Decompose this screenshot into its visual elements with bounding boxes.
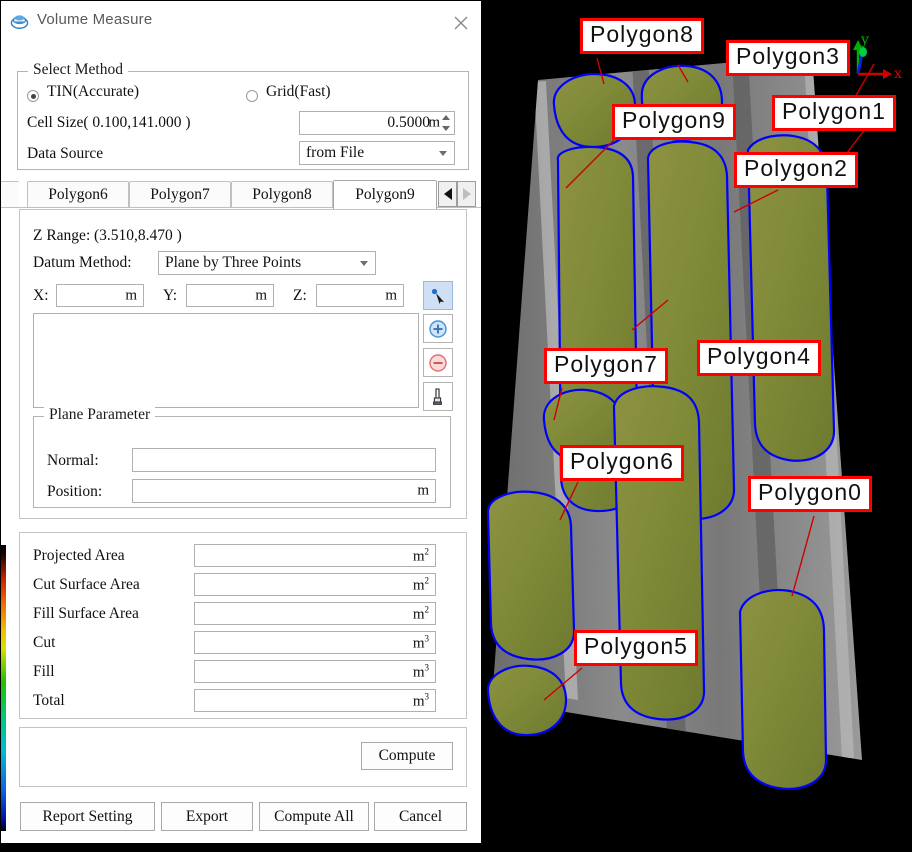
cut-label: Cut xyxy=(33,634,56,651)
report-setting-button[interactable]: Report Setting xyxy=(20,802,155,831)
y-coord-unit: m xyxy=(255,287,267,303)
y-coord-label: Y: xyxy=(163,287,178,304)
fill-value-field[interactable]: m3 xyxy=(194,660,436,683)
projected-area-unit: m2 xyxy=(412,546,429,564)
arrow-right-icon xyxy=(462,188,471,200)
tab-prev-button[interactable] xyxy=(438,181,457,207)
data-source-label: Data Source xyxy=(27,145,104,162)
compute-all-button[interactable]: Compute All xyxy=(259,802,369,831)
cell-size-value: 0.5000 xyxy=(387,114,430,131)
cell-size-stepper[interactable] xyxy=(442,114,451,132)
z-coord-label: Z: xyxy=(293,287,307,304)
z-range-label: Z Range: xyxy=(33,227,91,244)
normal-label: Normal: xyxy=(47,452,99,469)
cell-size-unit: m xyxy=(428,114,440,131)
polygon-label-9[interactable]: Polygon9 xyxy=(612,104,736,140)
normal-input[interactable] xyxy=(132,448,436,472)
arrow-left-icon xyxy=(443,188,452,200)
datum-method-select[interactable]: Plane by Three Points xyxy=(158,251,376,275)
projected-area-label: Projected Area xyxy=(33,547,125,564)
tab-polygon7[interactable]: Polygon7 xyxy=(129,181,231,208)
tab-partial-left[interactable] xyxy=(1,181,19,208)
z-coord-input[interactable]: m xyxy=(316,284,404,307)
polygon-label-1[interactable]: Polygon1 xyxy=(772,95,896,131)
polygon-label-7[interactable]: Polygon7 xyxy=(544,348,668,384)
radio-tin-accurate-indicator[interactable] xyxy=(27,90,39,102)
position-label: Position: xyxy=(47,483,103,500)
add-point-icon[interactable] xyxy=(423,314,453,343)
tab-polygon9[interactable]: Polygon9 xyxy=(333,180,437,209)
dialog-title: Volume Measure xyxy=(37,11,153,28)
polygon-label-5[interactable]: Polygon5 xyxy=(574,630,698,666)
total-label: Total xyxy=(33,692,65,709)
total-unit: m3 xyxy=(412,691,429,709)
fill-surface-area-label: Fill Surface Area xyxy=(33,605,139,622)
polygon-label-3[interactable]: Polygon3 xyxy=(726,40,850,76)
total-value-field[interactable]: m3 xyxy=(194,689,436,712)
picked-points-list[interactable] xyxy=(33,313,419,408)
data-source-select[interactable]: from File xyxy=(299,141,455,165)
export-button[interactable]: Export xyxy=(161,802,253,831)
point-cloud-viewer[interactable]: x y Polygon8 Polygon3 Polygon1 Polygon9 … xyxy=(482,0,912,852)
x-coord-label: X: xyxy=(33,287,49,304)
radio-tin-accurate-label: TIN(Accurate) xyxy=(47,83,140,100)
tab-polygon6[interactable]: Polygon6 xyxy=(27,181,129,208)
chevron-down-icon[interactable] xyxy=(439,151,447,156)
cut-unit: m3 xyxy=(412,633,429,651)
fill-surface-area-unit: m2 xyxy=(412,604,429,622)
cut-surface-area-value-field[interactable]: m2 xyxy=(194,573,436,596)
axis-x-label: x xyxy=(894,66,902,82)
close-icon[interactable] xyxy=(451,13,471,33)
radio-grid-fast-indicator[interactable] xyxy=(246,90,258,102)
radio-grid-fast-label: Grid(Fast) xyxy=(266,83,331,100)
datum-method-label: Datum Method: xyxy=(33,254,132,271)
chevron-down-icon[interactable] xyxy=(360,261,368,266)
cut-surface-area-label: Cut Surface Area xyxy=(33,576,140,593)
z-coord-unit: m xyxy=(385,287,397,303)
z-range-value: (3.510,8.470 ) xyxy=(94,227,182,244)
dialog-titlebar: Volume Measure xyxy=(1,1,481,39)
compute-button[interactable]: Compute xyxy=(361,742,453,770)
cancel-button[interactable]: Cancel xyxy=(374,802,467,831)
data-source-value: from File xyxy=(306,144,365,161)
x-coord-unit: m xyxy=(125,287,137,303)
polygon-label-4[interactable]: Polygon4 xyxy=(697,340,821,376)
datum-method-value: Plane by Three Points xyxy=(165,254,302,271)
axis-orientation-gizmo: x y xyxy=(853,32,902,82)
cell-size-label: Cell Size( 0.100,141.000 ) xyxy=(27,114,191,131)
position-unit: m xyxy=(417,482,429,499)
remove-point-icon[interactable] xyxy=(423,348,453,377)
fill-label: Fill xyxy=(33,663,55,680)
axis-y-label: y xyxy=(860,32,869,48)
cell-size-input[interactable]: 0.5000 m xyxy=(299,111,455,135)
elevation-colorbar xyxy=(1,545,6,831)
polygon-label-8[interactable]: Polygon8 xyxy=(580,18,704,54)
plane-parameter-legend: Plane Parameter xyxy=(44,406,156,424)
projected-area-value-field[interactable]: m2 xyxy=(194,544,436,567)
tab-next-button[interactable] xyxy=(457,181,476,207)
polygon-label-6[interactable]: Polygon6 xyxy=(560,445,684,481)
lidar360-logo-icon xyxy=(10,15,29,29)
app-root: x y Polygon8 Polygon3 Polygon1 Polygon9 … xyxy=(0,0,912,852)
polygon-label-2[interactable]: Polygon2 xyxy=(734,152,858,188)
fill-unit: m3 xyxy=(412,662,429,680)
position-input[interactable]: m xyxy=(132,479,436,503)
cut-surface-area-unit: m2 xyxy=(412,575,429,593)
cut-value-field[interactable]: m3 xyxy=(194,631,436,654)
tab-polygon8[interactable]: Polygon8 xyxy=(231,181,333,208)
polygon-tabs[interactable]: Polygon6 Polygon7 Polygon8 Polygon9 xyxy=(1,180,481,209)
y-coord-input[interactable]: m xyxy=(186,284,274,307)
select-method-legend: Select Method xyxy=(28,61,128,79)
volume-measure-dialog: Volume Measure Select Method TIN(Accurat… xyxy=(0,0,482,844)
pick-point-icon[interactable] xyxy=(423,281,453,310)
polygon-label-0[interactable]: Polygon0 xyxy=(748,476,872,512)
clear-points-icon[interactable] xyxy=(423,382,453,411)
x-coord-input[interactable]: m xyxy=(56,284,144,307)
fill-surface-area-value-field[interactable]: m2 xyxy=(194,602,436,625)
